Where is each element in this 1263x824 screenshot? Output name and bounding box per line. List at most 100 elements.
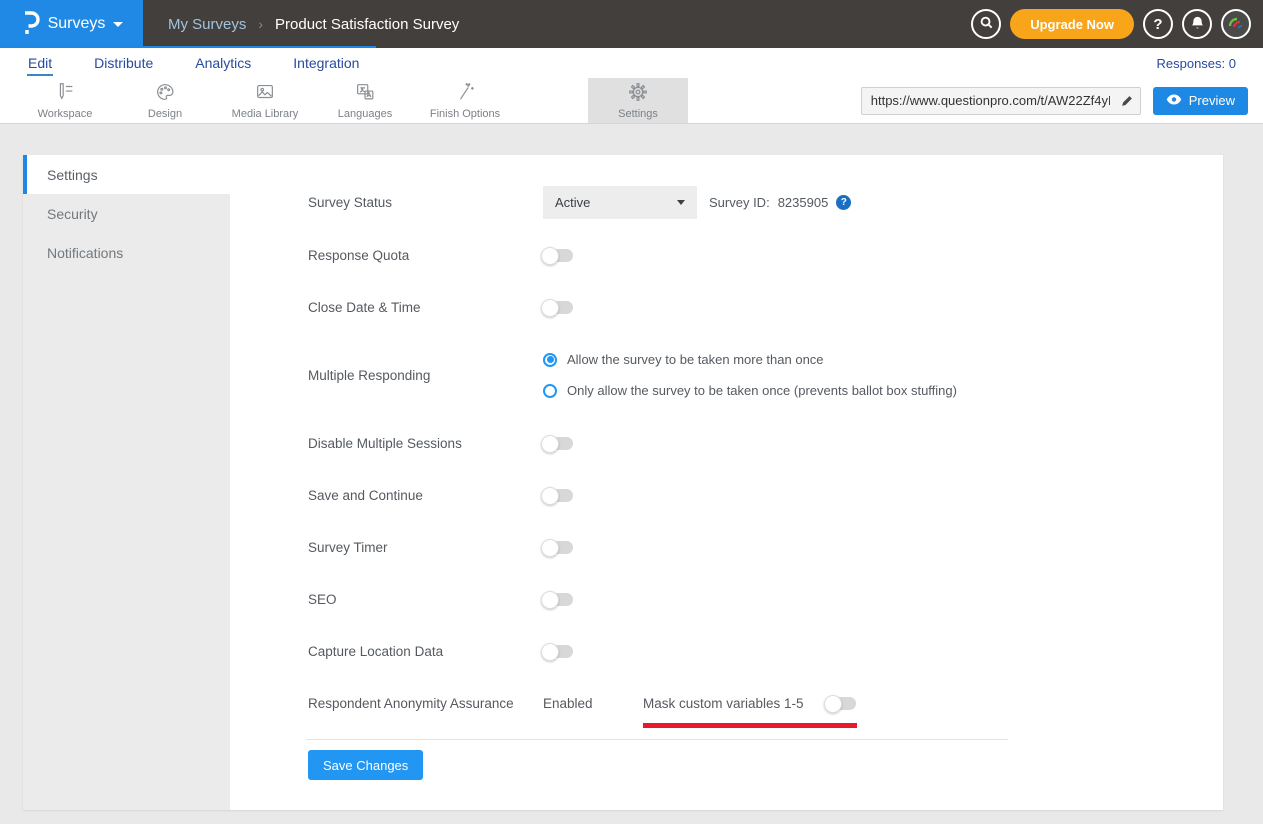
radio-option-label: Only allow the survey to be taken once (… — [567, 383, 957, 398]
response-quota-label: Response Quota — [308, 248, 543, 263]
bell-icon — [1190, 15, 1205, 34]
save-changes-button[interactable]: Save Changes — [308, 750, 423, 780]
close-date-time-toggle[interactable] — [543, 301, 573, 314]
toolbar-item-settings[interactable]: Settings — [588, 78, 688, 123]
settings-gear-icon — [627, 81, 649, 106]
respondent-anonymity-row: Respondent Anonymity Assurance Enabled M… — [308, 687, 1223, 719]
toolbar-item-label: Media Library — [232, 108, 299, 120]
save-and-continue-row: Save and Continue — [308, 479, 1223, 511]
product-name: Surveys — [48, 15, 106, 33]
app-header: Surveys My Surveys › Product Satisfactio… — [0, 0, 1263, 48]
survey-status-select[interactable]: Active — [543, 186, 697, 219]
settings-form: Survey Status Active Survey ID: 8235905 … — [230, 155, 1223, 810]
capture-location-data-toggle[interactable] — [543, 645, 573, 658]
workspace-icon — [54, 81, 76, 106]
survey-timer-row: Survey Timer — [308, 531, 1223, 563]
form-divider — [306, 739, 1008, 740]
multiple-responding-row: Multiple Responding Allow the survey to … — [308, 343, 1223, 407]
pencil-icon — [1120, 94, 1134, 108]
radio-selected-icon[interactable] — [543, 353, 557, 367]
search-icon — [979, 15, 994, 33]
survey-status-row: Survey Status Active Survey ID: 8235905 … — [308, 186, 1223, 219]
loading-progress-bar — [0, 46, 376, 48]
seo-toggle[interactable] — [543, 593, 573, 606]
radio-option-allow-multiple[interactable]: Allow the survey to be taken more than o… — [543, 352, 957, 367]
eye-icon — [1166, 93, 1182, 108]
toolbar-item-media-library[interactable]: Media Library — [215, 78, 315, 123]
toolbar-item-finish-options[interactable]: Finish Options — [415, 78, 515, 123]
design-palette-icon — [154, 81, 176, 106]
page-content: Settings Security Notifications Survey S… — [0, 124, 1263, 824]
survey-status-label: Survey Status — [308, 195, 543, 210]
edit-url-button[interactable] — [1114, 94, 1140, 108]
disable-multiple-sessions-toggle[interactable] — [543, 437, 573, 450]
preview-button[interactable]: Preview — [1153, 87, 1248, 115]
toolbar-item-label: Languages — [338, 108, 392, 120]
search-button[interactable] — [971, 9, 1001, 39]
languages-icon — [354, 81, 376, 106]
tab-edit[interactable]: Edit — [27, 52, 53, 74]
mask-custom-variables-group: Mask custom variables 1-5 — [643, 696, 856, 711]
seo-row: SEO — [308, 583, 1223, 615]
user-avatar[interactable] — [1221, 9, 1251, 39]
response-quota-toggle[interactable] — [543, 249, 573, 262]
multiple-responding-label: Multiple Responding — [308, 368, 543, 383]
sidebar-item-notifications[interactable]: Notifications — [23, 233, 230, 272]
disable-multiple-sessions-row: Disable Multiple Sessions — [308, 427, 1223, 459]
disable-multiple-sessions-label: Disable Multiple Sessions — [308, 436, 543, 451]
toolbar-item-design[interactable]: Design — [115, 78, 215, 123]
avatar-logo-icon — [1226, 13, 1246, 36]
sidebar-item-settings[interactable]: Settings — [23, 155, 230, 194]
sidebar-item-label: Security — [47, 206, 98, 222]
survey-url-field — [861, 87, 1141, 115]
survey-status-value: Active — [555, 195, 590, 210]
save-and-continue-label: Save and Continue — [308, 488, 543, 503]
anonymity-status: Enabled — [543, 696, 643, 711]
finish-options-wand-icon — [454, 81, 476, 106]
survey-timer-toggle[interactable] — [543, 541, 573, 554]
tab-analytics[interactable]: Analytics — [194, 52, 252, 74]
upgrade-now-button[interactable]: Upgrade Now — [1010, 9, 1134, 39]
survey-nav: Edit Distribute Analytics Integration Re… — [0, 48, 1263, 78]
notifications-button[interactable] — [1182, 9, 1212, 39]
toolbar-item-label: Design — [148, 108, 182, 120]
product-switcher[interactable]: Surveys — [0, 0, 143, 48]
chevron-down-icon — [113, 22, 123, 27]
close-date-time-row: Close Date & Time — [308, 291, 1223, 323]
toolbar-item-label: Workspace — [38, 108, 93, 120]
page-title: Product Satisfaction Survey — [275, 16, 459, 33]
breadcrumb: My Surveys › Product Satisfaction Survey — [168, 16, 459, 33]
responses-count[interactable]: Responses: 0 — [1157, 56, 1237, 71]
capture-location-data-row: Capture Location Data — [308, 635, 1223, 667]
toolbar-item-label: Settings — [618, 108, 658, 120]
capture-location-data-label: Capture Location Data — [308, 644, 543, 659]
save-and-continue-toggle[interactable] — [543, 489, 573, 502]
radio-option-only-once[interactable]: Only allow the survey to be taken once (… — [543, 383, 957, 398]
survey-url-input[interactable] — [862, 93, 1114, 108]
chevron-down-icon — [677, 200, 685, 205]
sidebar-item-label: Settings — [47, 167, 98, 183]
sidebar-item-security[interactable]: Security — [23, 194, 230, 233]
toolbar-item-workspace[interactable]: Workspace — [15, 78, 115, 123]
sidebar-item-label: Notifications — [47, 245, 123, 261]
seo-label: SEO — [308, 592, 543, 607]
tab-distribute[interactable]: Distribute — [93, 52, 154, 74]
close-date-time-label: Close Date & Time — [308, 300, 543, 315]
breadcrumb-my-surveys[interactable]: My Surveys — [168, 16, 246, 33]
help-button[interactable]: ? — [1143, 9, 1173, 39]
mask-custom-variables-toggle[interactable] — [826, 697, 856, 710]
preview-label: Preview — [1189, 93, 1235, 108]
radio-option-label: Allow the survey to be taken more than o… — [567, 352, 824, 367]
settings-sidebar: Settings Security Notifications — [23, 155, 230, 810]
tab-integration[interactable]: Integration — [292, 52, 360, 74]
edit-toolbar: Workspace Design Media Library Languages… — [0, 78, 1263, 124]
survey-id-help-icon[interactable]: ? — [836, 195, 851, 210]
mask-custom-variables-label: Mask custom variables 1-5 — [643, 696, 804, 711]
survey-id-label: Survey ID: — [709, 195, 770, 210]
media-library-icon — [254, 81, 276, 106]
help-icon: ? — [1153, 16, 1162, 33]
toolbar-item-languages[interactable]: Languages — [315, 78, 415, 123]
survey-timer-label: Survey Timer — [308, 540, 543, 555]
radio-unselected-icon[interactable] — [543, 384, 557, 398]
highlight-underline — [643, 723, 857, 728]
